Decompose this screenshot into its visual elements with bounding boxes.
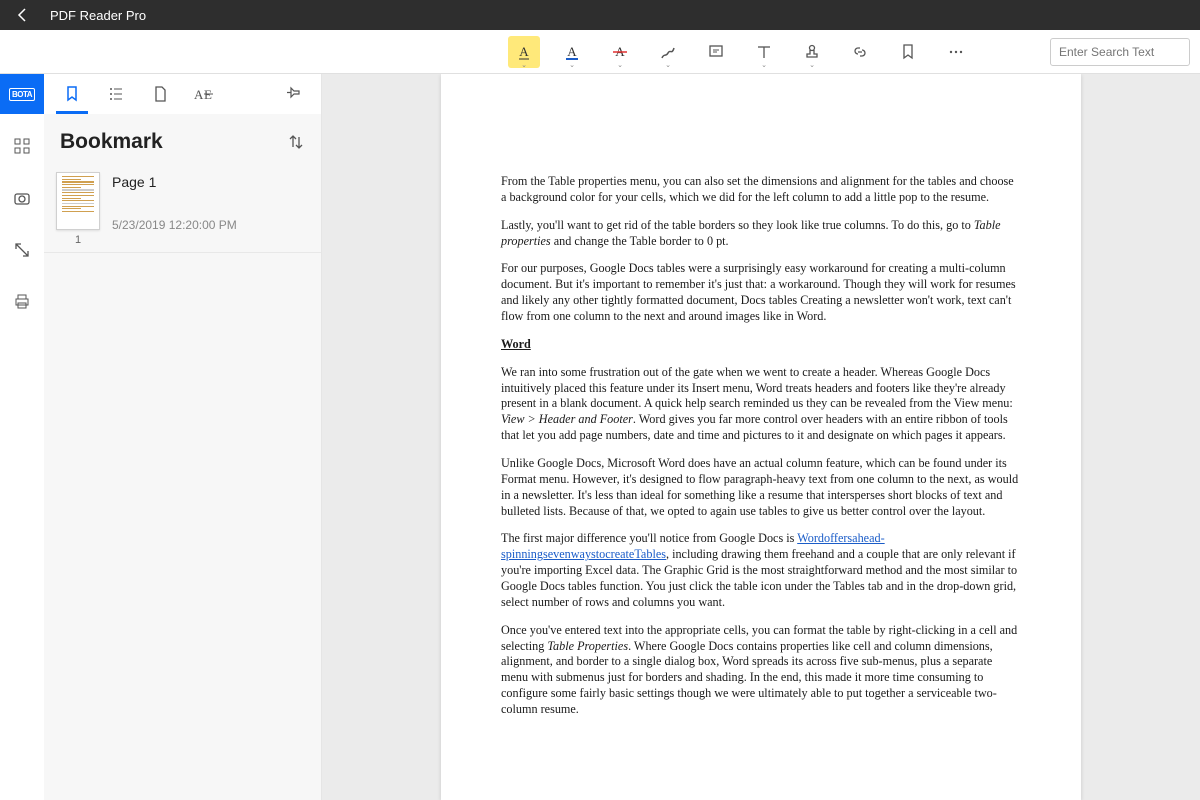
bookmark-item[interactable]: 1 Page 1 5/23/2019 12:20:00 PM [44,166,321,253]
rail-fullscreen[interactable] [0,230,44,270]
search-input[interactable] [1050,38,1190,66]
pin-icon [284,85,302,103]
sort-button[interactable] [287,133,305,151]
note-tool[interactable] [700,36,732,68]
rail-snapshot[interactable] [0,178,44,218]
paragraph: Lastly, you'll want to get rid of the ta… [501,218,1021,250]
highlight-icon: A [515,43,533,61]
ink-icon [659,43,677,61]
pdf-page: From the Table properties menu, you can … [441,74,1081,800]
bookmark-title: Page 1 [112,174,309,190]
stamp-icon [803,43,821,61]
paragraph: Unlike Google Docs, Microsoft Word does … [501,456,1021,519]
paragraph: From the Table properties menu, you can … [501,174,1021,206]
sidebar-header: Bookmark [44,114,321,166]
grid-icon [13,137,31,155]
svg-text:A: A [194,87,204,102]
font-icon: AE [193,85,215,103]
sidebar-tabs: AE [44,74,321,114]
expand-icon [13,241,31,259]
print-icon [13,293,31,311]
bookmark-list: 1 Page 1 5/23/2019 12:20:00 PM [44,166,321,800]
page-icon [152,85,168,103]
bookmark-icon [900,43,916,61]
paragraph: The first major difference you'll notice… [501,531,1021,610]
rail-print[interactable] [0,282,44,322]
bookmark-thumbnail [56,172,100,230]
document-viewer[interactable]: From the Table properties menu, you can … [322,74,1200,800]
paragraph: For our purposes, Google Docs tables wer… [501,261,1021,324]
back-button[interactable] [8,7,38,23]
rail-bota[interactable]: BOTA [0,74,44,114]
titlebar: PDF Reader Pro [0,0,1200,30]
stamp-tool[interactable]: ⌄ [796,36,828,68]
rail-thumbnails[interactable] [0,126,44,166]
tab-annotations[interactable]: AE [184,74,224,114]
bookmark-date: 5/23/2019 12:20:00 PM [112,218,309,232]
sidebar-panel: AE Bookmark 1 [44,74,322,800]
bookmark-page-num: 1 [75,234,81,246]
svg-text:A: A [567,44,577,59]
app-title: PDF Reader Pro [50,8,146,23]
tab-bookmark[interactable] [52,74,92,114]
sort-icon [287,133,305,151]
note-icon [707,43,725,61]
camera-icon [12,188,32,208]
left-rail: BOTA [0,74,44,800]
underline-icon: A [563,43,581,61]
sidebar-title: Bookmark [60,130,163,154]
more-icon [947,43,965,61]
outline-icon [107,85,125,103]
ink-tool[interactable]: ⌄ [652,36,684,68]
section-heading: Word [501,337,1021,353]
link-tool[interactable] [844,36,876,68]
paragraph: We ran into some frustration out of the … [501,365,1021,444]
highlight-tool[interactable]: A ⌄ [508,36,540,68]
svg-text:A: A [519,44,529,59]
search-box [1050,38,1190,66]
underline-tool[interactable]: A ⌄ [556,36,588,68]
annotation-toolbar: A ⌄ A ⌄ A ⌄ ⌄ ⌄ ⌄ [0,30,1200,74]
tab-pages[interactable] [140,74,180,114]
strikethrough-tool[interactable]: A ⌄ [604,36,636,68]
strikethrough-icon: A [611,43,629,61]
tab-outline[interactable] [96,74,136,114]
link-icon [851,43,869,61]
paragraph: Once you've entered text into the approp… [501,623,1021,718]
bookmark-icon [64,85,80,103]
text-icon [755,43,773,61]
bookmark-tool[interactable] [892,36,924,68]
more-tool[interactable] [940,36,972,68]
text-tool[interactable]: ⌄ [748,36,780,68]
tab-pin[interactable] [273,74,313,114]
